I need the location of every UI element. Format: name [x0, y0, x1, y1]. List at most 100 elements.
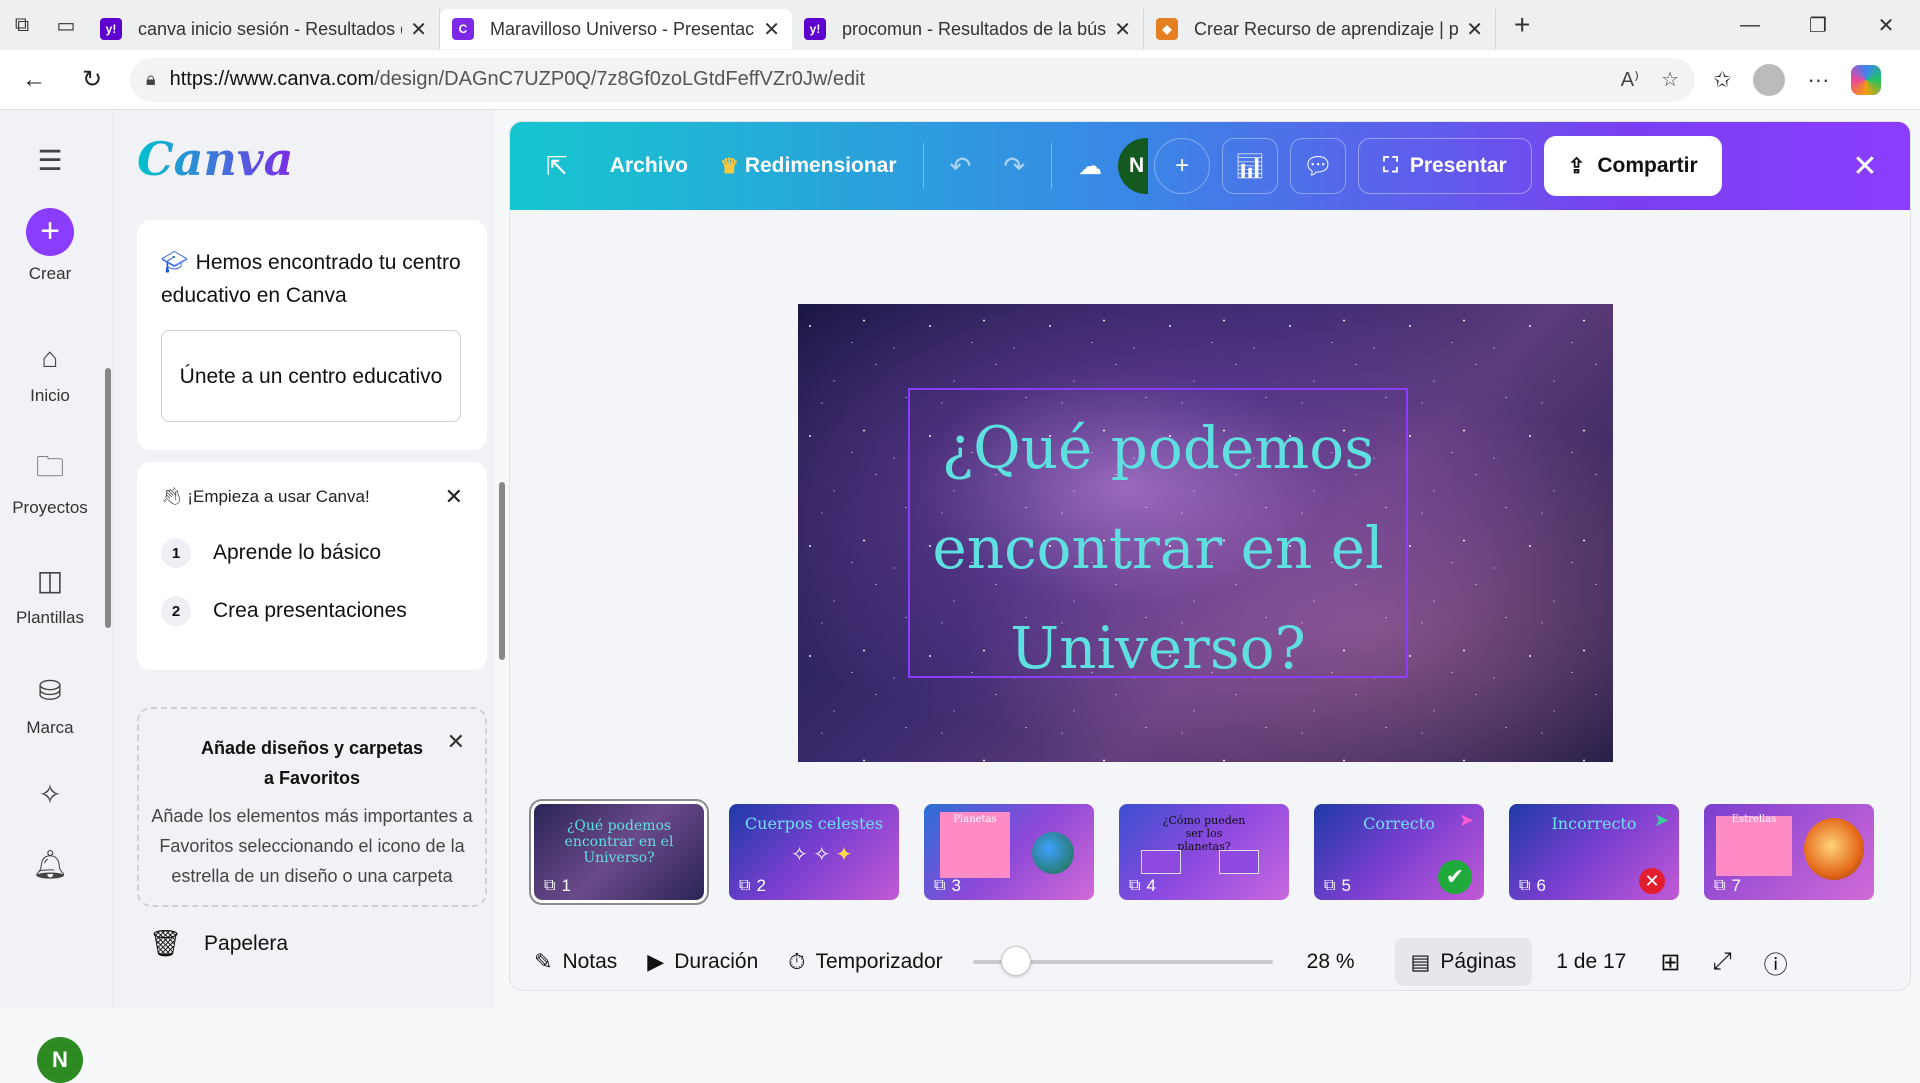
thumbnail-7[interactable]: Estrellas ⧉ 7: [1704, 804, 1874, 900]
workspaces-icon[interactable]: ⧉: [0, 3, 44, 47]
share-label: Compartir: [1597, 154, 1698, 177]
rail-item-proyectos[interactable]: 🗀 Proyectos: [0, 450, 100, 518]
thumbnail-5[interactable]: Correcto ➤ ✔ ⧉ 5: [1314, 804, 1484, 900]
user-avatar[interactable]: N: [37, 1037, 83, 1083]
fullscreen-icon[interactable]: ⤢: [1712, 948, 1731, 976]
zoom-slider-handle[interactable]: [1000, 946, 1031, 976]
close-tab-icon[interactable]: ✕: [1114, 17, 1131, 42]
help-icon[interactable]: ⓘ: [1764, 945, 1788, 980]
pages-button[interactable]: ▤ Páginas: [1394, 938, 1533, 986]
duration-button[interactable]: ▶ Duración: [647, 949, 758, 975]
profile-avatar[interactable]: [1753, 63, 1786, 96]
close-editor-icon[interactable]: ✕: [1840, 149, 1890, 184]
zoom-slider[interactable]: [972, 946, 1273, 976]
rail-item-inicio[interactable]: ⌂ Inicio: [0, 338, 100, 406]
grid-view-icon[interactable]: ⊞: [1660, 948, 1680, 977]
trash-link[interactable]: 🗑︎ Papelera: [149, 928, 288, 959]
close-icon[interactable]: ✕: [447, 729, 465, 755]
fav-title: Añade diseños y carpetas a Favoritos: [200, 738, 424, 788]
rail-label: Inicio: [30, 386, 70, 405]
present-button[interactable]: ⛶ Presentar: [1358, 138, 1532, 194]
thumbnail-1[interactable]: ¿Qué podemos encontrar en el Universo? ⧉…: [531, 801, 707, 903]
new-tab-icon[interactable]: +: [1514, 9, 1530, 41]
thumbnail-6[interactable]: Incorrecto ➤ ✕ ⧉ 6: [1509, 804, 1679, 900]
notes-button[interactable]: ✎ Notas: [534, 949, 617, 975]
minimize-icon[interactable]: —: [1716, 14, 1784, 37]
rail-collapse[interactable]: ☰: [0, 140, 100, 188]
browser-tab-bar: ⧉ ▭ y! canva inicio sesión - Resultados …: [0, 0, 1920, 50]
slide-canvas[interactable]: ¿Qué podemos encontrar en el Universo?: [798, 304, 1613, 762]
rail-item-crear[interactable]: + Crear: [0, 208, 100, 284]
step-label: Aprende lo básico: [213, 541, 382, 564]
collapse-menu-icon: ☰: [37, 144, 63, 176]
yahoo-favicon-icon: y!: [804, 18, 826, 40]
bell-icon: 🔔︎: [32, 848, 68, 880]
zoom-value[interactable]: 28 %: [1307, 950, 1355, 974]
timer-label: Temporizador: [815, 950, 943, 973]
browser-tab-1[interactable]: y! canva inicio sesión - Resultados de ✕: [88, 9, 440, 49]
close-window-icon[interactable]: ✕: [1852, 13, 1920, 38]
page-count[interactable]: 1 de 17: [1556, 950, 1626, 974]
thumbnail-3[interactable]: Planetas ⧉ 3: [924, 804, 1094, 900]
rail-scrollbar[interactable]: [103, 338, 113, 798]
resize-label: Redimensionar: [744, 154, 897, 177]
collaborator-avatar[interactable]: N: [1118, 138, 1149, 194]
thumb-number: 7: [1731, 876, 1741, 895]
timer-icon: ⏱: [788, 949, 806, 974]
add-collaborator-button[interactable]: +: [1154, 138, 1211, 194]
thumbnail-4[interactable]: ¿Cómo pueden ser los planetas? ⧉ 4: [1119, 804, 1289, 900]
browser-tab-4[interactable]: ◆ Crear Recurso de aprendizaje | pro ✕: [1144, 9, 1496, 49]
thumb-title: Estrellas: [1731, 814, 1777, 825]
copilot-icon[interactable]: [1851, 64, 1882, 95]
archivo-menu[interactable]: Archivo: [594, 140, 704, 192]
cloud-saved-icon[interactable]: ☁: [1062, 140, 1118, 192]
open-external-icon[interactable]: ⇱: [530, 140, 584, 192]
tab-actions-icon[interactable]: ▭: [44, 3, 88, 47]
step-item[interactable]: 2 Crea presentaciones: [161, 596, 463, 626]
close-tab-icon[interactable]: ✕: [763, 17, 780, 42]
canva-logo[interactable]: Canva: [137, 132, 293, 186]
rail-label: Proyectos: [12, 498, 88, 517]
resize-button[interactable]: ♛ Redimensionar: [704, 140, 913, 192]
close-tab-icon[interactable]: ✕: [410, 17, 427, 42]
favorites-icon[interactable]: ✩: [1713, 67, 1731, 93]
tab-title: canva inicio sesión - Resultados de: [138, 18, 403, 39]
brand-icon: ⛁: [38, 674, 62, 706]
thumb-title: ¿Qué podemos encontrar en el Universo?: [564, 818, 674, 866]
timer-button[interactable]: ⏱ Temporizador: [788, 949, 942, 975]
rail-item-magic[interactable]: ✧: [0, 774, 100, 822]
insights-icon[interactable]: 📊︎: [1222, 138, 1279, 194]
close-icon[interactable]: ✕: [445, 484, 463, 510]
rail-item-notifications[interactable]: 🔔︎: [0, 844, 100, 892]
close-tab-icon[interactable]: ✕: [1466, 17, 1483, 42]
share-button[interactable]: ⇪ Compartir: [1543, 136, 1722, 196]
more-icon[interactable]: ···: [1807, 67, 1829, 93]
present-label: Presentar: [1409, 154, 1507, 177]
page-thumbnails: ¿Qué podemos encontrar en el Universo? ⧉…: [531, 801, 1894, 903]
join-edu-center-button[interactable]: Únete a un centro educativo: [161, 330, 461, 422]
crown-icon: ♛: [719, 154, 739, 178]
wave-icon: 👋︎: [161, 487, 188, 506]
thumbnail-2[interactable]: Cuerpos celestes ✧ ✧ ✦ ⧉ 2: [729, 804, 899, 900]
restore-icon[interactable]: ❐: [1784, 13, 1852, 38]
browser-tab-2[interactable]: C Maravilloso Universo - Presentación ✕: [440, 9, 792, 49]
read-aloud-icon[interactable]: A⁾: [1621, 67, 1639, 92]
rail-item-plantillas[interactable]: ◫ Plantillas: [0, 560, 100, 628]
step-item[interactable]: 1 Aprende lo básico: [161, 538, 463, 568]
present-icon: ⧉: [1324, 877, 1336, 894]
thumb-number: 4: [1146, 876, 1156, 895]
undo-icon[interactable]: ↶: [934, 140, 988, 192]
panel-scrollbar[interactable]: [497, 462, 507, 892]
back-icon[interactable]: ←: [10, 56, 58, 104]
comments-icon[interactable]: 💬︎: [1290, 138, 1347, 194]
notes-icon: ✎: [534, 949, 553, 974]
browser-tab-3[interactable]: y! procomun - Resultados de la búsq ✕: [792, 9, 1144, 49]
slide-title[interactable]: ¿Qué podemos encontrar en el Universo?: [888, 398, 1428, 698]
duration-label: Duración: [674, 950, 759, 973]
rail-item-marca[interactable]: ⛁ Marca: [0, 670, 100, 738]
favorite-star-icon[interactable]: ☆: [1661, 67, 1679, 92]
address-bar[interactable]: 🔒︎ https://www.canva.com/design/DAGnC7UZ…: [130, 57, 1695, 102]
redo-icon[interactable]: ↷: [987, 140, 1041, 192]
sparkles-icon: ✧: [38, 778, 62, 810]
refresh-icon[interactable]: ↻: [68, 56, 116, 104]
